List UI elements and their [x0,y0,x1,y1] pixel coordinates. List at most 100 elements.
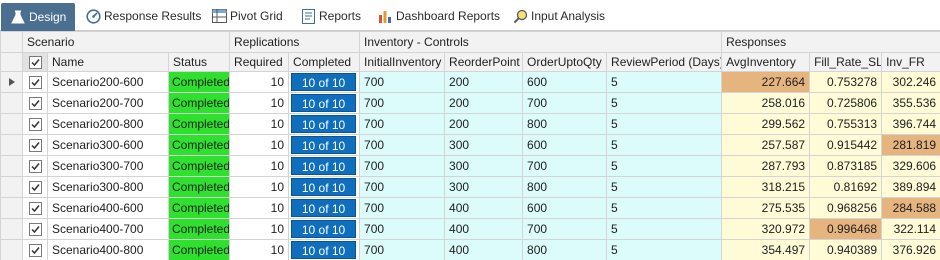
row-indicator[interactable] [0,239,23,260]
reorder-point-cell[interactable]: 300 [444,176,524,198]
order-upto-qty-cell[interactable]: 600 [522,197,608,219]
required-replications[interactable]: 10 [229,218,290,240]
initial-inventory-cell[interactable]: 700 [359,92,446,114]
column-header-status[interactable]: Status [167,52,231,72]
tab-pivot-grid[interactable]: Pivot Grid [211,2,283,30]
order-upto-qty-cell[interactable]: 800 [522,176,608,198]
order-upto-qty-cell[interactable]: 800 [522,239,608,260]
table-row[interactable]: Scenario200-600 Completed 10 10 of 10 700 200… [0,71,940,93]
column-header-reorder-point[interactable]: ReorderPoint [444,52,524,72]
row-checkbox[interactable] [22,155,48,177]
order-upto-qty-cell[interactable]: 700 [522,92,608,114]
row-indicator[interactable] [0,71,23,93]
table-row[interactable]: Scenario400-800 Completed 10 10 of 10 700 400… [0,239,940,260]
row-checkbox[interactable] [22,239,48,260]
column-header-fill-rate[interactable]: Fill_Rate_SL [809,52,883,72]
reorder-point-cell[interactable]: 200 [444,113,524,135]
reorder-point-cell[interactable]: 200 [444,71,524,93]
reorder-point-cell[interactable]: 300 [444,134,524,156]
row-checkbox[interactable] [22,113,48,135]
tab-design[interactable]: Design [1,3,75,31]
order-upto-qty-cell[interactable]: 600 [522,71,608,93]
scenario-name[interactable]: Scenario400-700 [47,218,169,240]
scenario-name[interactable]: Scenario400-800 [47,239,169,260]
reorder-point-cell[interactable]: 400 [444,239,524,260]
reorder-point-cell[interactable]: 400 [444,218,524,240]
column-header-required[interactable]: Required [229,52,290,72]
tab-dashboard-reports[interactable]: Dashboard Reports [378,2,500,30]
row-checkbox[interactable] [22,134,48,156]
column-header-name[interactable]: Name [47,52,169,72]
row-checkbox[interactable] [22,71,48,93]
table-row[interactable]: Scenario400-600 Completed 10 10 of 10 700 400… [0,197,940,219]
table-row[interactable]: Scenario300-600 Completed 10 10 of 10 700 300… [0,134,940,156]
review-period-cell[interactable]: 5 [606,218,723,240]
scenario-name[interactable]: Scenario300-600 [47,134,169,156]
initial-inventory-cell[interactable]: 700 [359,218,446,240]
order-upto-qty-cell[interactable]: 800 [522,113,608,135]
scenario-name[interactable]: Scenario300-800 [47,176,169,198]
review-period-cell[interactable]: 5 [606,197,723,219]
review-period-cell[interactable]: 5 [606,134,723,156]
initial-inventory-cell[interactable]: 700 [359,155,446,177]
initial-inventory-cell[interactable]: 700 [359,113,446,135]
scenario-name[interactable]: Scenario200-800 [47,113,169,135]
required-replications[interactable]: 10 [229,134,290,156]
progress-bar: 10 of 10 [291,220,357,238]
scenario-name[interactable]: Scenario300-700 [47,155,169,177]
row-indicator[interactable] [0,92,23,114]
column-header-initial-inventory[interactable]: InitialInventory [359,52,446,72]
row-checkbox[interactable] [22,176,48,198]
initial-inventory-cell[interactable]: 700 [359,197,446,219]
column-header-order-upto-qty[interactable]: OrderUptoQty [522,52,608,72]
review-period-cell[interactable]: 5 [606,92,723,114]
column-header-inv-fr[interactable]: Inv_FR [881,52,940,72]
select-all-checkbox[interactable] [22,52,48,72]
table-row[interactable]: Scenario200-700 Completed 10 10 of 10 700 200… [0,92,940,114]
required-replications[interactable]: 10 [229,197,290,219]
table-row[interactable]: Scenario300-800 Completed 10 10 of 10 700 300… [0,176,940,198]
review-period-cell[interactable]: 5 [606,155,723,177]
order-upto-qty-cell[interactable]: 700 [522,155,608,177]
column-header-avg-inventory[interactable]: AvgInventory [721,52,811,72]
row-indicator[interactable] [0,155,23,177]
required-replications[interactable]: 10 [229,176,290,198]
scenario-name[interactable]: Scenario200-700 [47,92,169,114]
required-replications[interactable]: 10 [229,155,290,177]
column-header-review-period[interactable]: ReviewPeriod (Days) [606,52,723,72]
reorder-point-cell[interactable]: 200 [444,92,524,114]
row-indicator[interactable] [0,113,23,135]
initial-inventory-cell[interactable]: 700 [359,71,446,93]
required-replications[interactable]: 10 [229,92,290,114]
table-row[interactable]: Scenario200-800 Completed 10 10 of 10 700 200… [0,113,940,135]
scenario-name[interactable]: Scenario400-600 [47,197,169,219]
tab-input-analysis[interactable]: Input Analysis [513,2,605,30]
review-period-cell[interactable]: 5 [606,71,723,93]
row-checkbox[interactable] [22,92,48,114]
review-period-cell[interactable]: 5 [606,113,723,135]
required-replications[interactable]: 10 [229,239,290,260]
tab-reports[interactable]: Reports [300,2,362,30]
row-indicator[interactable] [0,176,23,198]
table-row[interactable]: Scenario300-700 Completed 10 10 of 10 700 300… [0,155,940,177]
required-replications[interactable]: 10 [229,113,290,135]
reorder-point-cell[interactable]: 400 [444,197,524,219]
column-header-completed[interactable]: Completed [288,52,361,72]
scenario-name[interactable]: Scenario200-600 [47,71,169,93]
required-replications[interactable]: 10 [229,71,290,93]
tab-response-results[interactable]: Response Results [86,2,201,30]
row-indicator[interactable] [0,134,23,156]
row-checkbox[interactable] [22,218,48,240]
initial-inventory-cell[interactable]: 700 [359,134,446,156]
review-period-cell[interactable]: 5 [606,239,723,260]
row-indicator[interactable] [0,218,23,240]
table-row[interactable]: Scenario400-700 Completed 10 10 of 10 700 400… [0,218,940,240]
row-checkbox[interactable] [22,197,48,219]
row-indicator[interactable] [0,197,23,219]
review-period-cell[interactable]: 5 [606,176,723,198]
reorder-point-cell[interactable]: 300 [444,155,524,177]
order-upto-qty-cell[interactable]: 700 [522,218,608,240]
order-upto-qty-cell[interactable]: 600 [522,134,608,156]
initial-inventory-cell[interactable]: 700 [359,239,446,260]
initial-inventory-cell[interactable]: 700 [359,176,446,198]
